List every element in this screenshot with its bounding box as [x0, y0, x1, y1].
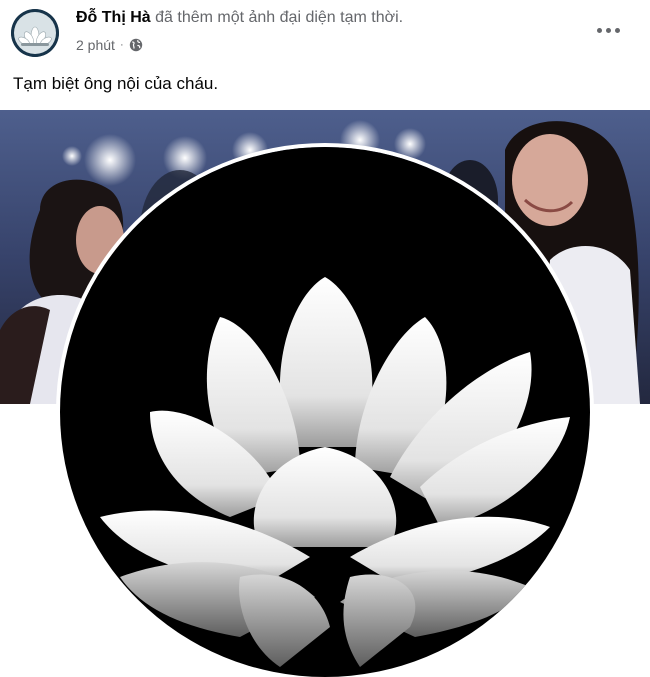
post-header-line: Đỗ Thị Hà đã thêm một ảnh đại diện tạm t… — [76, 8, 403, 28]
feed-post: Đỗ Thị Hà đã thêm một ảnh đại diện tạm t… — [0, 0, 650, 677]
more-options-button[interactable] — [588, 16, 628, 44]
more-options-icon-dot — [614, 27, 620, 33]
post-meta: 2 phút · — [76, 36, 143, 54]
author-avatar[interactable] — [11, 9, 59, 57]
white-lotus-image — [60, 147, 590, 677]
author-name-link[interactable]: Đỗ Thị Hà — [76, 9, 151, 26]
globe-icon[interactable] — [129, 38, 143, 52]
more-options-icon — [596, 27, 602, 33]
profile-photo[interactable] — [60, 147, 590, 677]
post-action-text: đã thêm một ảnh đại diện tạm thời. — [155, 9, 404, 26]
meta-separator: · — [119, 39, 124, 51]
post-caption: Tạm biệt ông nội của cháu. — [13, 74, 219, 93]
more-options-icon-dot — [605, 27, 611, 33]
lotus-avatar-image — [11, 9, 59, 57]
post-timestamp[interactable]: 2 phút — [76, 36, 115, 54]
